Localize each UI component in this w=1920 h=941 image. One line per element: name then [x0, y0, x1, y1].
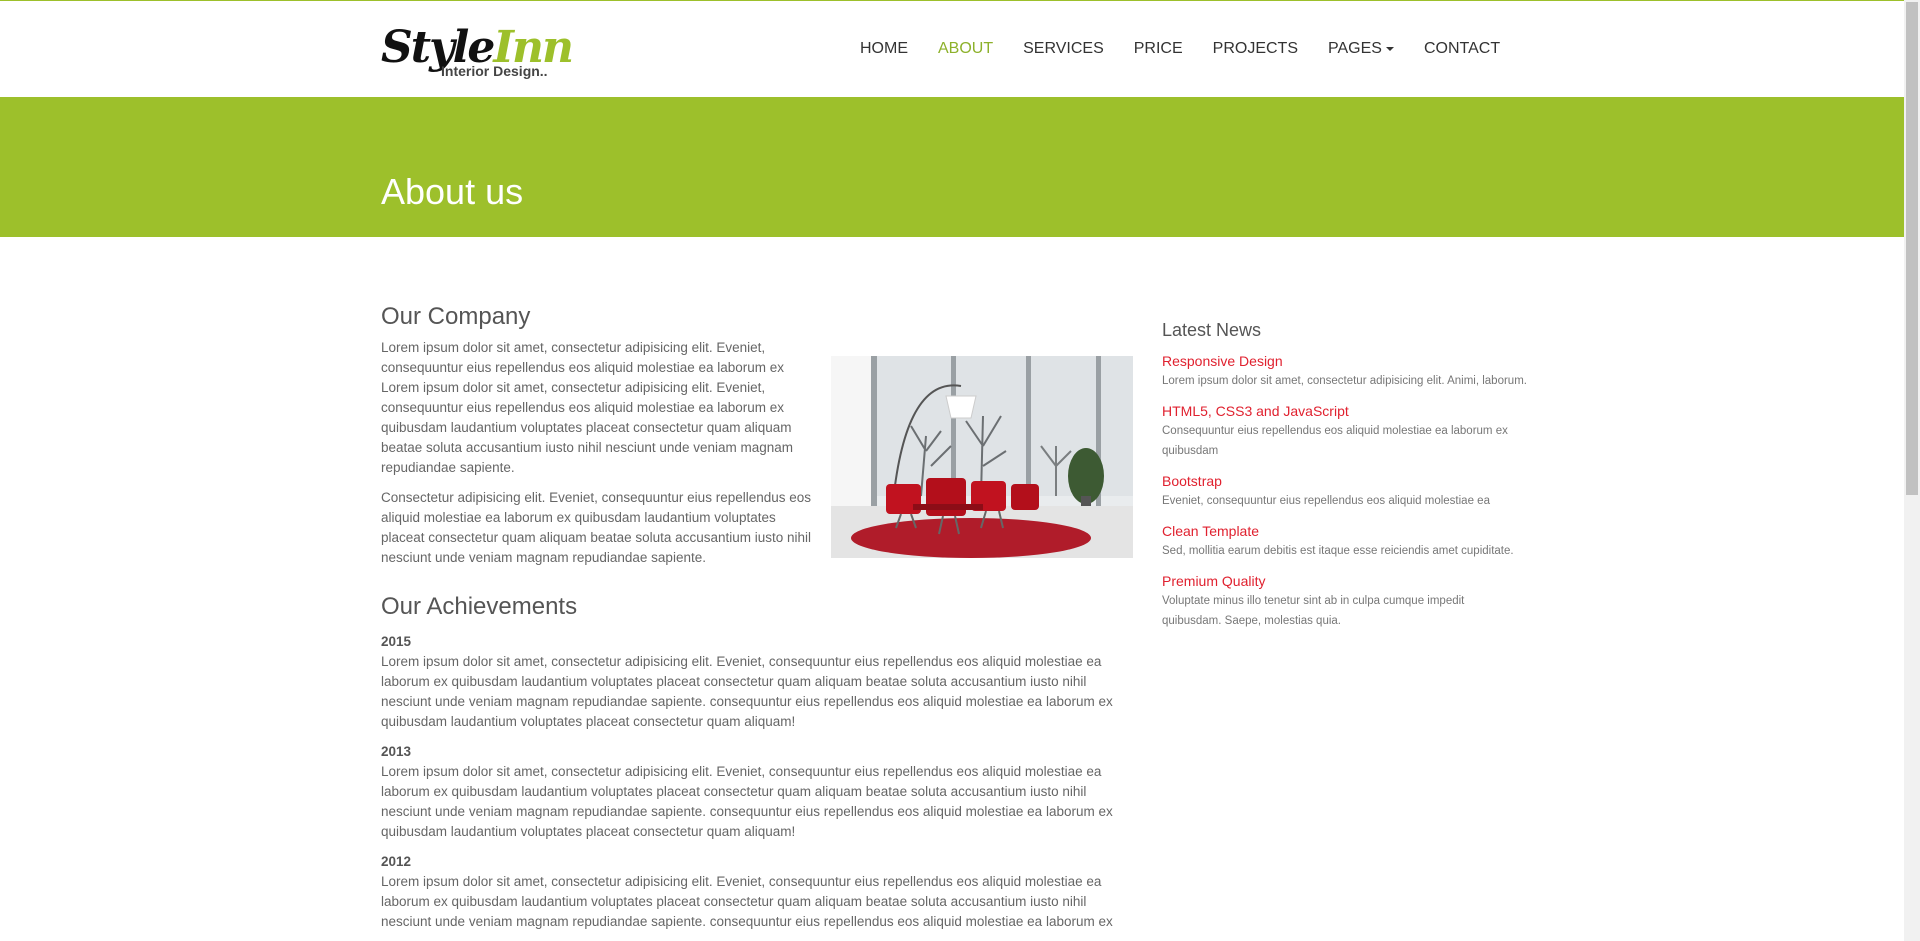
main-nav: HOME ABOUT SERVICES PRICE PROJECTS PAGES… — [860, 37, 1500, 61]
news-link[interactable]: HTML5, CSS3 and JavaScript — [1162, 401, 1527, 421]
vertical-scrollbar[interactable] — [1904, 0, 1920, 941]
nav-home[interactable]: HOME — [860, 38, 908, 60]
scrollbar-thumb[interactable] — [1906, 2, 1918, 495]
achievement-year: 2013 — [381, 744, 412, 759]
company-heading: Our Company — [381, 303, 531, 330]
news-summary: Consequuntur eius repellendus eos aliqui… — [1162, 425, 1508, 457]
achievement-year: 2015 — [381, 634, 412, 649]
achievement-item: 2012 Lorem ipsum dolor sit amet, consect… — [381, 852, 1133, 932]
company-paragraph: Lorem ipsum dolor sit amet, consectetur … — [381, 340, 793, 475]
news-summary: Eveniet, consequuntur eius repellendus e… — [1162, 495, 1490, 507]
site-logo[interactable]: StyleInn Interior Design.. — [381, 21, 574, 83]
news-link[interactable]: Clean Template — [1162, 521, 1527, 541]
news-sidebar: Latest News Responsive Design Lorem ipsu… — [1162, 317, 1527, 641]
nav-contact[interactable]: CONTACT — [1424, 38, 1500, 60]
main-content: Our Company Lorem ipsum dolor sit amet, … — [381, 300, 1133, 941]
nav-pages-dropdown[interactable]: PAGES — [1328, 38, 1394, 60]
achievement-item: 2013 Lorem ipsum dolor sit amet, consect… — [381, 742, 1133, 842]
achievement-text: Lorem ipsum dolor sit amet, consectetur … — [381, 764, 1113, 839]
news-link[interactable]: Bootstrap — [1162, 471, 1527, 491]
news-summary: Lorem ipsum dolor sit amet, consectetur … — [1162, 375, 1527, 387]
company-paragraph: Consectetur adipisicing elit. Eveniet, c… — [381, 490, 812, 565]
page-banner: About us — [0, 97, 1904, 237]
page-title: About us — [381, 171, 524, 212]
news-heading: Latest News — [1162, 320, 1262, 340]
nav-pages-label: PAGES — [1328, 40, 1382, 57]
news-item: Premium Quality Voluptate minus illo ten… — [1162, 571, 1527, 631]
news-summary: Sed, mollitia earum debitis est itaque e… — [1162, 545, 1514, 557]
logo-tagline: Interior Design.. — [441, 63, 548, 79]
nav-price[interactable]: PRICE — [1134, 38, 1183, 60]
news-item: Clean Template Sed, mollitia earum debit… — [1162, 521, 1527, 561]
news-item: HTML5, CSS3 and JavaScript Consequuntur … — [1162, 401, 1527, 461]
achievements-heading: Our Achievements — [381, 593, 578, 620]
site-header: StyleInn Interior Design.. HOME ABOUT SE… — [0, 1, 1904, 97]
news-item: Bootstrap Eveniet, consequuntur eius rep… — [1162, 471, 1527, 511]
news-item: Responsive Design Lorem ipsum dolor sit … — [1162, 351, 1527, 391]
company-section: Lorem ipsum dolor sit amet, consectetur … — [381, 338, 1133, 568]
office-interior-image — [831, 356, 1133, 558]
company-text: Lorem ipsum dolor sit amet, consectetur … — [381, 338, 817, 568]
achievement-text: Lorem ipsum dolor sit amet, consectetur … — [381, 654, 1113, 729]
news-link[interactable]: Premium Quality — [1162, 571, 1527, 591]
achievement-item: 2015 Lorem ipsum dolor sit amet, consect… — [381, 632, 1133, 732]
nav-projects[interactable]: PROJECTS — [1213, 38, 1298, 60]
caret-down-icon — [1385, 46, 1394, 51]
nav-services[interactable]: SERVICES — [1023, 38, 1104, 60]
achievement-year: 2012 — [381, 854, 412, 869]
nav-about[interactable]: ABOUT — [938, 38, 993, 60]
news-link[interactable]: Responsive Design — [1162, 351, 1527, 371]
news-summary: Voluptate minus illo tenetur sint ab in … — [1162, 595, 1465, 627]
achievement-text: Lorem ipsum dolor sit amet, consectetur … — [381, 874, 1113, 929]
